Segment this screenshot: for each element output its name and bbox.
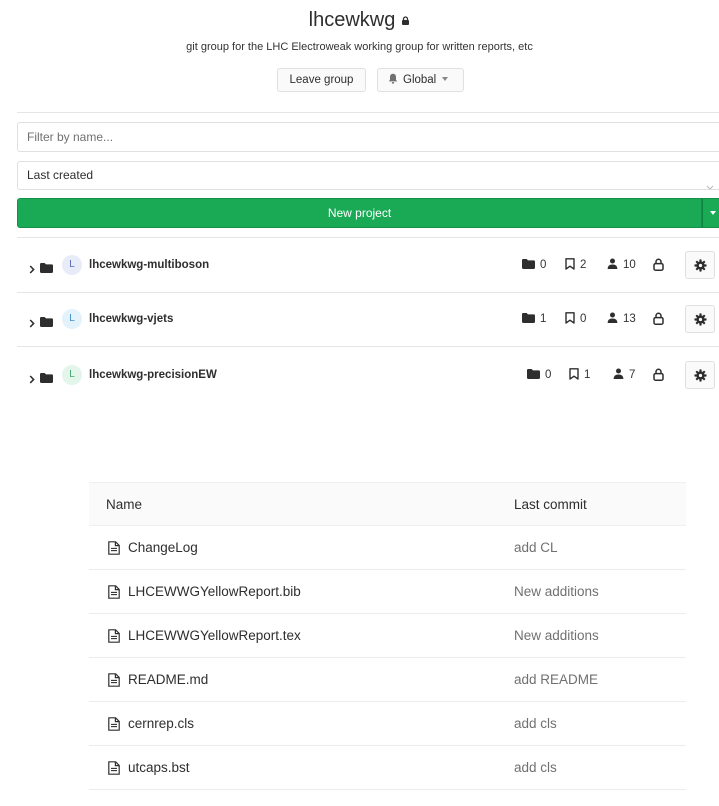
file-table: Name Last commit ChangeLog add CL LHCEWW… [89, 482, 686, 790]
caret-down-icon [442, 76, 449, 81]
subgroup-row[interactable]: L lhcewkwg-precisionEW 0 1 7 [17, 349, 719, 403]
lock-icon [653, 312, 664, 330]
notification-dropdown[interactable]: Global [377, 68, 464, 92]
chevron-right-icon[interactable] [29, 315, 35, 333]
projects-count: 1 [569, 368, 590, 383]
settings-button[interactable] [685, 305, 715, 333]
leave-group-button[interactable]: Leave group [277, 68, 366, 92]
subgroup-row[interactable]: L lhcewkwg-vjets 1 0 13 [17, 293, 719, 347]
subgroup-name[interactable]: lhcewkwg-precisionEW [89, 368, 217, 383]
settings-button[interactable] [685, 361, 715, 389]
notification-label: Global [403, 74, 437, 86]
file-table-header: Name Last commit [89, 482, 686, 526]
folder-icon [40, 370, 53, 388]
table-row[interactable]: LHCEWWGYellowReport.tex New additions [89, 614, 686, 658]
file-icon [108, 541, 120, 560]
new-project-dropdown-toggle[interactable] [702, 198, 719, 228]
divider [17, 112, 719, 113]
avatar: L [62, 365, 82, 385]
sort-dropdown[interactable]: Last created [17, 161, 719, 190]
filter-input[interactable] [17, 122, 719, 152]
commit-message[interactable]: add cls [514, 760, 557, 776]
subgroups-count: 1 [522, 312, 546, 327]
folder-icon [522, 312, 535, 323]
subgroups-count: 0 [527, 368, 551, 383]
folder-icon [527, 368, 540, 379]
commit-message[interactable]: New additions [514, 584, 599, 600]
file-name[interactable]: utcaps.bst [128, 760, 190, 776]
table-row[interactable]: LHCEWWGYellowReport.bib New additions [89, 570, 686, 614]
members-count: 13 [607, 312, 636, 327]
members-count: 7 [613, 368, 635, 383]
group-description: git group for the LHC Electroweak workin… [186, 41, 533, 53]
commit-message[interactable]: add cls [514, 716, 557, 732]
subgroups-count: 0 [522, 258, 546, 273]
folder-icon [522, 258, 535, 269]
commit-message[interactable]: add README [514, 672, 598, 688]
file-icon [108, 585, 120, 604]
divider [17, 346, 719, 347]
file-name[interactable]: LHCEWWGYellowReport.tex [128, 628, 301, 644]
bookmark-icon [565, 312, 575, 324]
subgroup-name[interactable]: lhcewkwg-vjets [89, 312, 173, 327]
lock-icon [653, 258, 664, 276]
group-title-row: lhcewkwg [0, 8, 719, 33]
user-icon [613, 368, 624, 380]
chevron-down-icon [706, 173, 714, 200]
members-count: 10 [607, 258, 636, 273]
lock-icon [401, 7, 410, 31]
user-icon [607, 312, 618, 324]
lock-icon [653, 368, 664, 386]
avatar: L [62, 255, 82, 275]
gear-icon [694, 259, 707, 272]
file-icon [108, 761, 120, 780]
gear-icon [694, 369, 707, 382]
chevron-right-icon[interactable] [29, 371, 35, 389]
avatar: L [62, 309, 82, 329]
projects-count: 0 [565, 312, 586, 327]
bookmark-icon [569, 368, 579, 380]
commit-message[interactable]: add CL [514, 540, 558, 556]
group-title: lhcewkwg [308, 9, 396, 31]
file-name[interactable]: cernrep.cls [128, 716, 194, 732]
commit-message[interactable]: New additions [514, 628, 599, 644]
folder-icon [40, 314, 53, 332]
table-row[interactable]: ChangeLog add CL [89, 526, 686, 570]
settings-button[interactable] [685, 251, 715, 279]
bookmark-icon [565, 258, 575, 270]
file-name[interactable]: README.md [128, 672, 208, 688]
caret-down-icon [710, 211, 716, 215]
gear-icon [694, 313, 707, 326]
file-icon [108, 673, 120, 692]
divider [17, 237, 719, 238]
table-row[interactable]: cernrep.cls add cls [89, 702, 686, 746]
table-row[interactable]: utcaps.bst add cls [89, 746, 686, 790]
file-icon [108, 717, 120, 736]
column-header-last-commit: Last commit [514, 497, 587, 512]
folder-icon [40, 260, 53, 278]
file-name[interactable]: LHCEWWGYellowReport.bib [128, 584, 301, 600]
user-icon [607, 258, 618, 270]
projects-count: 2 [565, 258, 586, 273]
new-project-button[interactable]: New project [17, 198, 702, 228]
sort-selected-label: Last created [27, 168, 94, 182]
subgroup-name[interactable]: lhcewkwg-multiboson [89, 258, 209, 273]
bell-icon [388, 74, 398, 85]
file-icon [108, 629, 120, 648]
chevron-right-icon[interactable] [29, 261, 35, 279]
file-name[interactable]: ChangeLog [128, 540, 198, 556]
column-header-name: Name [106, 497, 143, 512]
table-row[interactable]: README.md add README [89, 658, 686, 702]
subgroup-row[interactable]: L lhcewkwg-multiboson 0 2 10 [17, 239, 719, 293]
